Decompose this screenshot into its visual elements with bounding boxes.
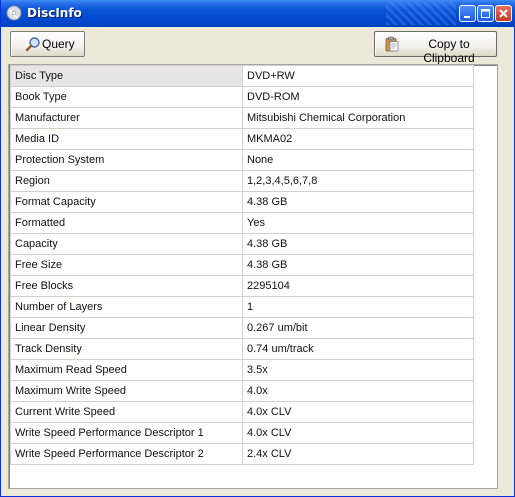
- copy-to-clipboard-label: Copy to Clipboard: [423, 37, 475, 65]
- copy-to-clipboard-button[interactable]: Copy to Clipboard: [374, 31, 497, 65]
- minimize-icon: [464, 16, 470, 18]
- minimize-button[interactable]: [459, 5, 476, 22]
- property-value: None: [242, 149, 474, 171]
- table-row[interactable]: Region 1,2,3,4,5,6,7,8: [10, 170, 474, 192]
- disc-info-panel[interactable]: Disc Type DVD+RW Book Type DVD-ROM Manufactu…: [8, 64, 498, 489]
- property-label: Linear Density: [10, 317, 243, 339]
- property-label: Formatted: [10, 212, 243, 234]
- maximize-button[interactable]: [477, 5, 494, 22]
- property-value: 4.38 GB: [242, 254, 474, 276]
- property-value: 4.0x CLV: [242, 422, 474, 444]
- property-label: Free Blocks: [10, 275, 243, 297]
- property-label: Write Speed Performance Descriptor 2: [10, 443, 243, 465]
- table-row[interactable]: Media ID MKMA02: [10, 128, 474, 150]
- property-value: 0.267 um/bit: [242, 317, 474, 339]
- property-value: 2.4x CLV: [242, 443, 474, 465]
- property-label: Maximum Write Speed: [10, 380, 243, 402]
- property-value: 4.38 GB: [242, 191, 474, 213]
- property-label: Track Density: [10, 338, 243, 360]
- title-bar-pattern: [386, 2, 456, 25]
- property-value: 2295104: [242, 275, 474, 297]
- table-row[interactable]: Write Speed Performance Descriptor 2 2.4x…: [10, 443, 474, 465]
- table-row[interactable]: Maximum Write Speed 4.0x: [10, 380, 474, 402]
- property-label: Number of Layers: [10, 296, 243, 318]
- property-value: 4.0x CLV: [242, 401, 474, 423]
- property-value: Mitsubishi Chemical Corporation: [242, 107, 474, 129]
- table-row[interactable]: Track Density 0.74 um/track: [10, 338, 474, 360]
- table-row[interactable]: Free Size 4.38 GB: [10, 254, 474, 276]
- property-label: Region: [10, 170, 243, 192]
- table-row[interactable]: Write Speed Performance Descriptor 1 4.0x…: [10, 422, 474, 444]
- property-value: 1: [242, 296, 474, 318]
- property-label: Manufacturer: [10, 107, 243, 129]
- table-row[interactable]: Capacity 4.38 GB: [10, 233, 474, 255]
- table-row[interactable]: Formatted Yes: [10, 212, 474, 234]
- property-label: Disc Type: [10, 65, 243, 87]
- property-label: Format Capacity: [10, 191, 243, 213]
- magnifier-icon: [25, 36, 41, 55]
- disc-icon: [6, 5, 22, 21]
- close-icon: [499, 9, 508, 18]
- query-button[interactable]: Query: [10, 31, 85, 57]
- property-value: DVD-ROM: [242, 86, 474, 108]
- table-row[interactable]: Linear Density 0.267 um/bit: [10, 317, 474, 339]
- app-window: DiscInfo Query Copy to Clipboard Disc Ty…: [0, 0, 515, 497]
- table-row[interactable]: Book Type DVD-ROM: [10, 86, 474, 108]
- window-title: DiscInfo: [27, 6, 82, 20]
- property-value: 1,2,3,4,5,6,7,8: [242, 170, 474, 192]
- table-row[interactable]: Current Write Speed 4.0x CLV: [10, 401, 474, 423]
- property-label: Maximum Read Speed: [10, 359, 243, 381]
- table-row[interactable]: Disc Type DVD+RW: [10, 65, 474, 87]
- property-value: 3.5x: [242, 359, 474, 381]
- property-label: Protection System: [10, 149, 243, 171]
- property-value: 4.38 GB: [242, 233, 474, 255]
- query-button-label: Query: [42, 37, 75, 51]
- property-label: Capacity: [10, 233, 243, 255]
- close-button[interactable]: [495, 5, 512, 22]
- disc-info-table: Disc Type DVD+RW Book Type DVD-ROM Manufactu…: [10, 65, 474, 465]
- maximize-icon: [481, 9, 490, 18]
- property-label: Book Type: [10, 86, 243, 108]
- table-row[interactable]: Manufacturer Mitsubishi Chemical Corporat…: [10, 107, 474, 129]
- property-label: Free Size: [10, 254, 243, 276]
- property-value: Yes: [242, 212, 474, 234]
- title-bar[interactable]: DiscInfo: [1, 0, 515, 27]
- table-row[interactable]: Free Blocks 2295104: [10, 275, 474, 297]
- property-value: MKMA02: [242, 128, 474, 150]
- table-row[interactable]: Maximum Read Speed 3.5x: [10, 359, 474, 381]
- property-value: DVD+RW: [242, 65, 474, 87]
- property-label: Current Write Speed: [10, 401, 243, 423]
- table-row[interactable]: Number of Layers 1: [10, 296, 474, 318]
- property-label: Write Speed Performance Descriptor 1: [10, 422, 243, 444]
- property-value: 0.74 um/track: [242, 338, 474, 360]
- property-label: Media ID: [10, 128, 243, 150]
- table-row[interactable]: Format Capacity 4.38 GB: [10, 191, 474, 213]
- property-value: 4.0x: [242, 380, 474, 402]
- table-row[interactable]: Protection System None: [10, 149, 474, 171]
- clipboard-icon: [384, 36, 400, 55]
